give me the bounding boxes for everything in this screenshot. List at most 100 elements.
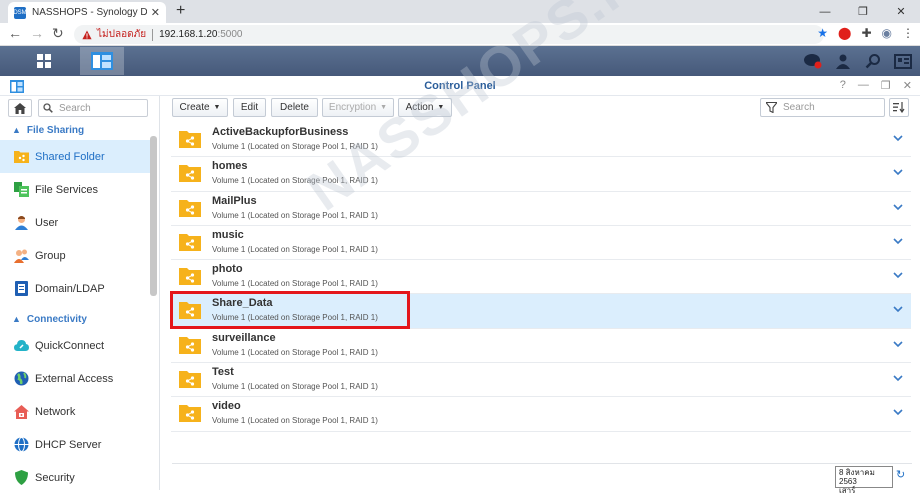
folder-name: photo: [212, 263, 243, 276]
window-controls: — ❐ ✕: [806, 0, 920, 23]
window-title: Control Panel: [424, 80, 496, 92]
help-icon[interactable]: ?: [840, 79, 846, 92]
main-menu-button[interactable]: [22, 47, 66, 75]
section-connectivity[interactable]: ▲ Connectivity: [0, 309, 159, 329]
address-bar[interactable]: ไม่ปลอดภัย 192.168.1.20:5000: [74, 25, 824, 44]
folder-description: Volume 1 (Located on Storage Pool 1, RAI…: [212, 279, 378, 289]
search-icon[interactable]: [862, 50, 884, 72]
minimize-button[interactable]: —: [806, 0, 844, 23]
sidebar-item-security[interactable]: Security: [0, 461, 159, 490]
browser-tab[interactable]: DSM NASSHOPS - Synology DiskStation ✕: [8, 2, 166, 23]
folder-row[interactable]: photo Volume 1 (Located on Storage Pool 1…: [171, 260, 911, 295]
folder-row[interactable]: Test Volume 1 (Located on Storage Pool 1,…: [171, 363, 911, 398]
sidebar-item-label: Domain/LDAP: [35, 282, 105, 295]
sidebar-item-group[interactable]: Group: [0, 239, 159, 272]
dsm-favicon-icon: DSM: [13, 6, 27, 19]
encryption-label: Encryption: [328, 102, 377, 113]
sidebar-search-input[interactable]: Search: [38, 99, 148, 117]
folder-row[interactable]: music Volume 1 (Located on Storage Pool 1…: [171, 226, 911, 261]
sidebar-item-label: QuickConnect: [35, 339, 105, 352]
widgets-icon[interactable]: [892, 50, 914, 72]
chevron-down-icon[interactable]: [893, 340, 903, 348]
sidebar-item-network[interactable]: Network: [0, 395, 159, 428]
insecure-label[interactable]: ไม่ปลอดภัย: [97, 27, 146, 42]
user-icon: [14, 215, 29, 230]
sort-button[interactable]: [889, 98, 909, 117]
shared-folder-icon: [179, 199, 201, 217]
sidebar-item-domain-ldap[interactable]: Domain/LDAP: [0, 272, 159, 305]
notification-icon[interactable]: [802, 50, 824, 72]
sidebar-item-shared-folder[interactable]: Shared Folder: [0, 140, 150, 173]
restore-button[interactable]: ❐: [844, 0, 882, 23]
chevron-down-icon[interactable]: [893, 203, 903, 211]
chevron-down-icon[interactable]: [893, 271, 903, 279]
sidebar-item-user[interactable]: User: [0, 206, 159, 239]
create-label: Create: [179, 102, 210, 113]
url-port: :5000: [217, 29, 243, 40]
forward-icon[interactable]: →: [30, 25, 44, 41]
folder-row[interactable]: surveillance Volume 1 (Located on Storage…: [171, 329, 911, 364]
filter-funnel-icon: [766, 102, 777, 113]
warning-icon: [82, 30, 92, 39]
grid-menu-icon: [37, 54, 51, 68]
sidebar-item-label: Security: [35, 471, 75, 484]
bookmark-star-icon[interactable]: ★: [817, 26, 828, 40]
main-toolbar: Create ▼ Edit Delete Encryption ▼ Action ▼ …: [161, 96, 920, 120]
delete-button[interactable]: Delete: [271, 98, 318, 117]
shared-folder-icon: [179, 302, 201, 320]
window-minimize-icon[interactable]: —: [858, 79, 869, 92]
section-file-sharing[interactable]: ▲ File Sharing: [0, 120, 159, 140]
home-button[interactable]: [8, 99, 32, 117]
chevron-down-icon[interactable]: [893, 134, 903, 142]
create-button[interactable]: Create ▼: [172, 98, 228, 117]
tab-close-icon[interactable]: ✕: [151, 6, 160, 19]
profile-avatar-icon[interactable]: ◉: [882, 26, 892, 40]
sidebar-item-quickconnect[interactable]: QuickConnect: [0, 329, 159, 362]
chevron-down-icon[interactable]: [893, 237, 903, 245]
list-bottom-divider: [172, 463, 912, 464]
caret-down-icon: ▼: [437, 104, 445, 111]
datetime-date: 8 สิงหาคม 2563: [839, 468, 875, 486]
url-host: 192.168.1.20: [159, 29, 218, 40]
back-icon[interactable]: ←: [8, 25, 22, 41]
folder-row[interactable]: video Volume 1 (Located on Storage Pool 1…: [171, 397, 911, 432]
chevron-down-icon[interactable]: [893, 374, 903, 382]
window-titlebar[interactable]: Control Panel ? — ❐ ✕: [0, 76, 920, 96]
encryption-button[interactable]: Encryption ▼: [322, 98, 394, 117]
menu-dots-icon[interactable]: ⋮: [902, 26, 914, 40]
sidebar-scrollbar[interactable]: [150, 136, 157, 296]
folder-name: homes: [212, 160, 248, 173]
url-text[interactable]: 192.168.1.20:5000: [159, 29, 242, 40]
window-close-icon[interactable]: ✕: [903, 79, 912, 92]
omnibox-separator: [152, 28, 154, 41]
folder-description: Volume 1 (Located on Storage Pool 1, RAI…: [212, 382, 378, 392]
opera-extension-icon[interactable]: ⬤: [838, 26, 851, 40]
sidebar-item-dhcp-server[interactable]: DHCP Server: [0, 428, 159, 461]
filter-search-input[interactable]: Search: [760, 98, 885, 117]
sidebar-item-external-access[interactable]: External Access: [0, 362, 159, 395]
tab-title: NASSHOPS - Synology DiskStation: [32, 7, 147, 18]
close-button[interactable]: ✕: [882, 0, 920, 23]
taskbar-control-panel[interactable]: [80, 47, 124, 75]
user-icon[interactable]: [832, 50, 854, 72]
reload-icon[interactable]: ↻: [52, 25, 64, 42]
chevron-down-icon[interactable]: [893, 408, 903, 416]
folder-row[interactable]: homes Volume 1 (Located on Storage Pool 1…: [171, 157, 911, 192]
chevron-down-icon[interactable]: [893, 305, 903, 313]
file-services-icon: [14, 182, 29, 197]
folder-row[interactable]: MailPlus Volume 1 (Located on Storage Poo…: [171, 192, 911, 226]
folder-row[interactable]: ActiveBackupforBusiness Volume 1 (Located…: [171, 123, 911, 158]
chevron-down-icon[interactable]: [893, 168, 903, 176]
refresh-icon[interactable]: ↻: [896, 468, 905, 481]
filter-placeholder: Search: [783, 102, 815, 113]
new-tab-button[interactable]: +: [176, 2, 185, 20]
shared-folder-icon: [179, 268, 201, 286]
folder-row[interactable]: Share_Data Volume 1 (Located on Storage P…: [171, 294, 911, 329]
action-button[interactable]: Action ▼: [398, 98, 452, 117]
delete-label: Delete: [280, 102, 309, 113]
window-maximize-icon[interactable]: ❐: [881, 79, 891, 92]
sidebar-item-file-services[interactable]: File Services: [0, 173, 159, 206]
edit-button[interactable]: Edit: [233, 98, 266, 117]
extensions-puzzle-icon[interactable]: ✚: [861, 26, 871, 40]
globe-icon: [14, 371, 29, 386]
